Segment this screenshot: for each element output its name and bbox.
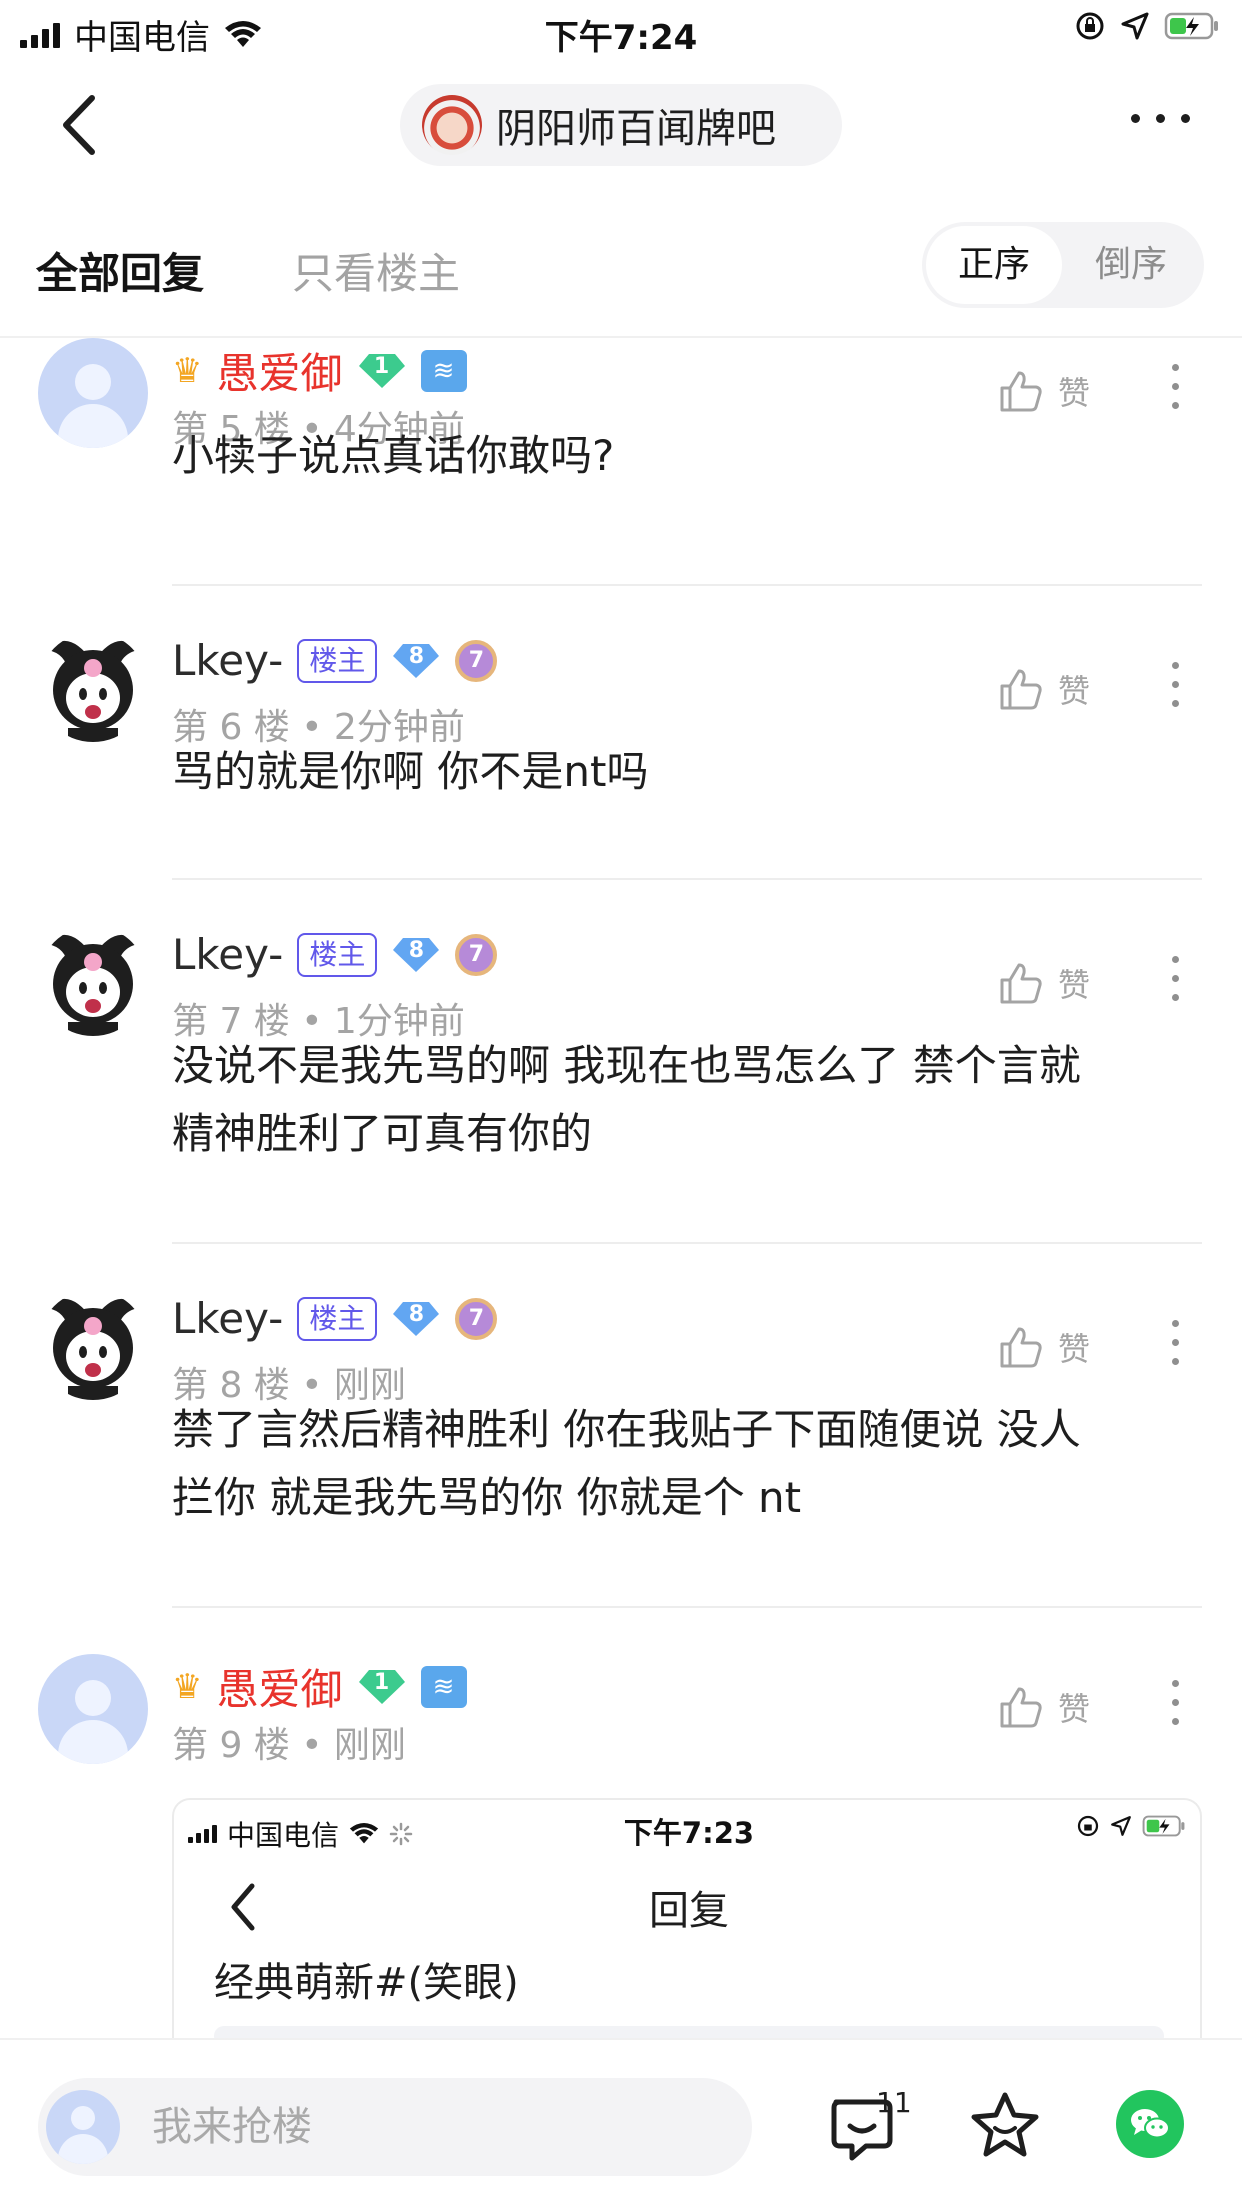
like-label: 赞 xyxy=(1058,966,1091,1004)
page: { "status_bar": { "carrier": "中国电信", "ti… xyxy=(0,0,1242,2208)
avatar[interactable] xyxy=(38,632,148,742)
like-label: 赞 xyxy=(1058,374,1091,412)
divider xyxy=(172,878,1202,880)
level-badge: 7 xyxy=(455,639,498,682)
username[interactable]: 愚爱御 xyxy=(216,340,342,401)
level-badge: 7 xyxy=(455,933,498,976)
op-badge: 楼主 xyxy=(297,1296,378,1341)
reply-content: 没说不是我先骂的啊 我现在也骂怎么了 禁个言就 精神胜利了可真有你的 xyxy=(172,1032,1202,1168)
kebab-icon[interactable] xyxy=(1172,1320,1179,1365)
divider xyxy=(172,1606,1202,1608)
embed-clock: 下午7:23 xyxy=(623,1816,755,1850)
tab-only-op[interactable]: 只看楼主 xyxy=(292,240,460,301)
tab-all-replies[interactable]: 全部回复 xyxy=(36,240,204,301)
like-label: 赞 xyxy=(1058,1690,1091,1728)
level-badge: 7 xyxy=(455,1297,498,1340)
wechat-icon[interactable] xyxy=(1116,2090,1184,2158)
username[interactable]: Lkey- xyxy=(172,930,283,979)
reply-content: 小犊子说点真话你敢吗? xyxy=(172,431,615,480)
content-line: 禁了言然后精神胜利 你在我贴子下面随便说 没人 xyxy=(172,1405,1081,1454)
avatar[interactable] xyxy=(38,1290,148,1400)
embed-text: 经典萌新#(笑眼) xyxy=(214,1960,519,2006)
clock: 下午7:24 xyxy=(544,18,698,58)
gem-badge: 1 xyxy=(357,1668,407,1706)
like-label: 赞 xyxy=(1058,672,1091,710)
like-icon xyxy=(1000,963,1042,1004)
star-icon[interactable] xyxy=(970,2090,1040,2160)
bottom-bar: 我来抢楼 11 xyxy=(0,2038,1242,2208)
content-line: 拦你 就是我先骂的你 你就是个 nt xyxy=(172,1473,802,1522)
reply-meta: 第 9 楼 • 刚刚 xyxy=(172,1725,406,1766)
orientation-lock-icon xyxy=(1076,12,1104,40)
username[interactable]: Lkey- xyxy=(172,1294,283,1343)
sort-toggle: 正序 倒序 xyxy=(922,222,1204,308)
avatar[interactable] xyxy=(38,1654,148,1764)
location-icon xyxy=(1121,12,1149,40)
kebab-icon[interactable] xyxy=(1172,956,1179,1001)
reply-input[interactable]: 我来抢楼 xyxy=(38,2078,752,2176)
sort-asc-button[interactable]: 正序 xyxy=(926,226,1062,304)
my-avatar xyxy=(46,2090,120,2164)
reply-content: 禁了言然后精神胜利 你在我贴子下面随便说 没人 拦你 就是我先骂的你 你就是个 … xyxy=(172,1396,1202,1532)
crown-icon: ♛ xyxy=(172,350,203,391)
comment-count: 11 xyxy=(876,2086,912,2119)
forum-avatar xyxy=(422,95,482,155)
reply-content: 骂的就是你啊 你不是nt吗 xyxy=(172,747,649,796)
kebab-icon[interactable] xyxy=(1172,662,1179,707)
more-icon[interactable] xyxy=(1131,114,1190,123)
back-icon[interactable] xyxy=(52,92,112,158)
reply-image[interactable]: 中国电信 下午7:23 回复 经典萌新#(笑眼) xyxy=(172,1798,1202,2038)
avatar[interactable] xyxy=(38,926,148,1036)
sort-desc-button[interactable]: 倒序 xyxy=(1062,226,1200,304)
floor-label: 第 9 楼 xyxy=(172,1725,290,1766)
divider xyxy=(172,1242,1202,1244)
like-button[interactable]: 赞 xyxy=(998,666,1090,712)
zodiac-badge: ≋ xyxy=(420,349,467,392)
nav-bar: 阴阳师百闻牌吧 xyxy=(0,62,1242,192)
gem-badge: 8 xyxy=(391,642,441,680)
username[interactable]: Lkey- xyxy=(172,636,283,685)
username[interactable]: 愚爱御 xyxy=(216,1656,342,1717)
zodiac-badge: ≋ xyxy=(420,1665,467,1708)
gem-badge: 8 xyxy=(391,936,441,974)
like-button[interactable]: 赞 xyxy=(998,960,1090,1006)
battery-icon xyxy=(1164,12,1218,40)
battery-icon xyxy=(1142,1815,1185,1837)
time-label: 刚刚 xyxy=(333,1725,406,1766)
like-icon xyxy=(1000,1687,1042,1728)
kebab-icon[interactable] xyxy=(1172,364,1179,409)
like-icon xyxy=(1000,1327,1042,1368)
reply-input-placeholder: 我来抢楼 xyxy=(152,2104,312,2150)
kebab-icon[interactable] xyxy=(1172,1680,1179,1725)
op-badge: 楼主 xyxy=(297,638,378,683)
status-bar: 中国电信 下午7:24 xyxy=(0,0,1242,62)
like-icon xyxy=(1000,371,1042,412)
content-line: 没说不是我先骂的啊 我现在也骂怎么了 禁个言就 xyxy=(172,1041,1081,1090)
location-icon xyxy=(1111,1816,1131,1836)
like-button[interactable]: 赞 xyxy=(998,1324,1090,1370)
embed-input-box xyxy=(214,2026,1164,2038)
crown-icon: ♛ xyxy=(172,1666,203,1707)
divider xyxy=(172,584,1202,586)
like-icon xyxy=(1000,669,1042,710)
like-button[interactable]: 赞 xyxy=(998,368,1090,414)
reply-tabs: 全部回复 只看楼主 正序 倒序 xyxy=(0,192,1242,338)
gem-badge: 8 xyxy=(391,1300,441,1338)
embed-title: 回复 xyxy=(649,1888,729,1934)
like-button[interactable]: 赞 xyxy=(998,1684,1090,1730)
forum-pill[interactable]: 阴阳师百闻牌吧 xyxy=(400,84,842,166)
gem-badge: 1 xyxy=(357,352,407,390)
content-line: 精神胜利了可真有你的 xyxy=(172,1109,593,1158)
like-label: 赞 xyxy=(1058,1330,1091,1368)
orientation-lock-icon xyxy=(1077,1815,1099,1837)
forum-name: 阴阳师百闻牌吧 xyxy=(496,106,776,152)
op-badge: 楼主 xyxy=(297,932,378,977)
avatar[interactable] xyxy=(38,338,148,448)
